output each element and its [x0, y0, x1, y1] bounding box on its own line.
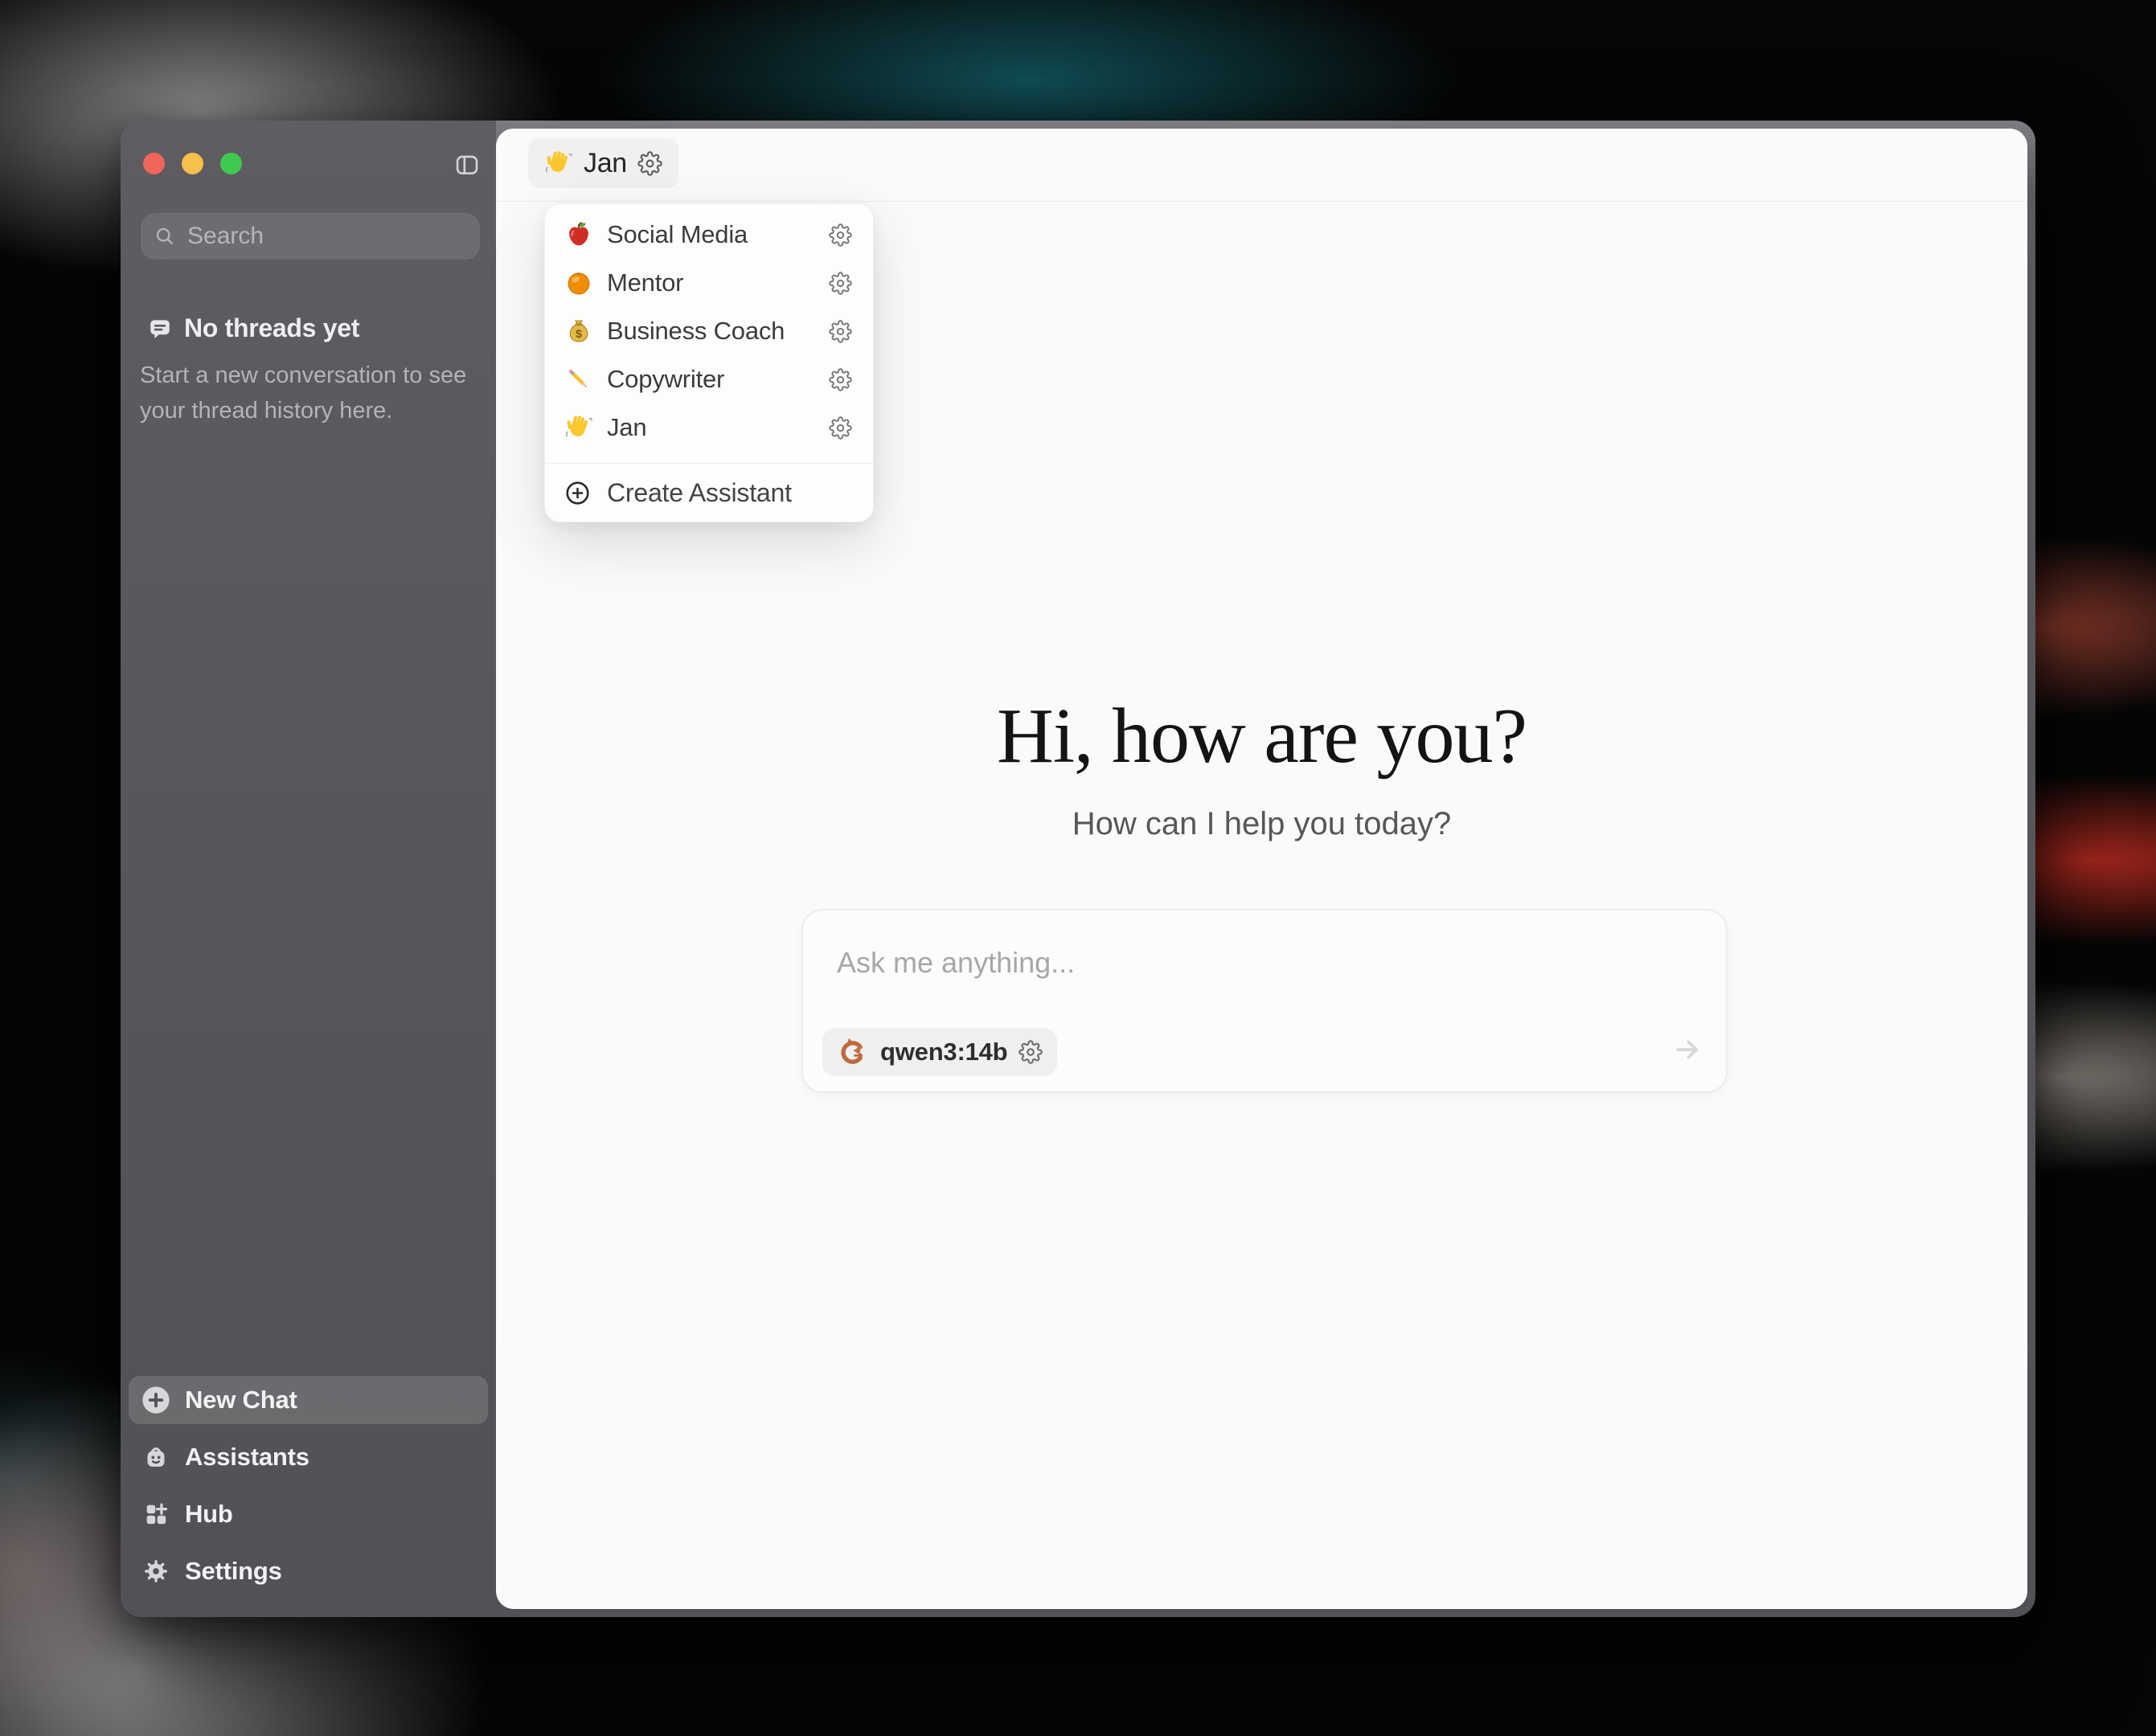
- sidebar-toggle-button[interactable]: [453, 151, 482, 178]
- greeting-subtitle: How can I help you today?: [496, 806, 2027, 842]
- sidebar-item-label: Hub: [185, 1500, 233, 1529]
- menu-item-label: Jan: [607, 413, 815, 442]
- create-assistant-button[interactable]: Create Assistant: [545, 464, 873, 522]
- model-name: qwen3:14b: [880, 1038, 1007, 1067]
- greeting-title: Hi, how are you?: [496, 691, 2027, 781]
- assistant-gear-icon[interactable]: [829, 272, 852, 295]
- header-divider: [496, 201, 2027, 202]
- waving-hand-icon: [544, 149, 573, 178]
- arrow-right-icon: [1672, 1034, 1703, 1065]
- create-assistant-label: Create Assistant: [607, 478, 792, 508]
- composer-placeholder: Ask me anything...: [837, 946, 1075, 980]
- menu-item-label: Copywriter: [607, 365, 815, 394]
- minimize-window-button[interactable]: [182, 153, 203, 174]
- sidebar-item-assistants[interactable]: Assistants: [129, 1433, 488, 1481]
- waving-hand-icon: [564, 413, 593, 442]
- menu-item-business-coach[interactable]: $ Business Coach: [545, 307, 873, 355]
- send-button[interactable]: [1671, 1034, 1703, 1066]
- close-window-button[interactable]: [143, 153, 165, 174]
- menu-item-label: Business Coach: [607, 317, 815, 346]
- empty-state-description: Start a new conversation to see your thr…: [140, 358, 469, 428]
- tangerine-icon: [564, 268, 593, 297]
- menu-item-label: Social Media: [607, 220, 815, 249]
- sidebar-item-label: Assistants: [185, 1443, 309, 1472]
- menu-item-label: Mentor: [607, 268, 815, 297]
- traffic-lights: [143, 153, 242, 174]
- empty-state-header: No threads yet: [147, 313, 359, 343]
- menu-item-social-media[interactable]: Social Media: [545, 211, 873, 259]
- gear-filled-icon: [140, 1555, 172, 1587]
- sidebar-item-hub[interactable]: Hub: [129, 1490, 488, 1538]
- menu-item-jan[interactable]: Jan: [545, 403, 873, 452]
- current-assistant-name: Jan: [584, 148, 627, 179]
- sidebar-item-new-chat[interactable]: New Chat: [129, 1376, 488, 1424]
- assistant-settings-gear-icon[interactable]: [637, 151, 662, 176]
- assistant-selector-button[interactable]: Jan: [528, 138, 678, 188]
- assistant-gear-icon[interactable]: [829, 368, 852, 391]
- plus-circle-icon: [140, 1384, 172, 1416]
- empty-state-title: No threads yet: [184, 313, 359, 343]
- assistant-dropdown-menu: Social Media Mentor: [544, 203, 874, 522]
- sidebar-item-label: Settings: [185, 1557, 282, 1586]
- desktop: { "window": { "traffic_lights": ["close"…: [0, 0, 2156, 1736]
- svg-text:$: $: [576, 328, 582, 341]
- money-bag-icon: $: [564, 317, 593, 346]
- llama-cpp-icon: [837, 1036, 869, 1068]
- sidebar-item-label: New Chat: [185, 1386, 297, 1415]
- search-icon: [154, 225, 176, 248]
- chat-composer[interactable]: Ask me anything... qwen3:14b: [801, 909, 1728, 1093]
- red-apple-icon: [564, 220, 593, 249]
- model-selector-button[interactable]: qwen3:14b: [822, 1028, 1057, 1076]
- chat-bubble-icon: [147, 316, 173, 342]
- assistant-gear-icon[interactable]: [829, 320, 852, 343]
- sidebar-nav: New Chat Assistants: [129, 1367, 488, 1595]
- main-panel: Jan Social Media: [496, 129, 2027, 1609]
- model-settings-gear-icon[interactable]: [1019, 1040, 1043, 1064]
- zoom-window-button[interactable]: [220, 153, 242, 174]
- sidebar: Search No threads yet Start a new conver…: [121, 121, 496, 1617]
- search-placeholder: Search: [187, 223, 264, 250]
- pencil-icon: [564, 365, 593, 394]
- menu-item-copywriter[interactable]: Copywriter: [545, 355, 873, 403]
- assistant-gear-icon[interactable]: [829, 416, 852, 440]
- hub-grid-plus-icon: [140, 1498, 172, 1530]
- search-input[interactable]: Search: [141, 213, 480, 260]
- app-window: Search No threads yet Start a new conver…: [121, 121, 2035, 1617]
- assistant-face-icon: [140, 1441, 172, 1473]
- assistant-gear-icon[interactable]: [829, 223, 852, 247]
- plus-circle-outline-icon: [564, 480, 591, 506]
- menu-item-mentor[interactable]: Mentor: [545, 259, 873, 307]
- sidebar-panel-icon: [453, 152, 481, 178]
- sidebar-item-settings[interactable]: Settings: [129, 1547, 488, 1595]
